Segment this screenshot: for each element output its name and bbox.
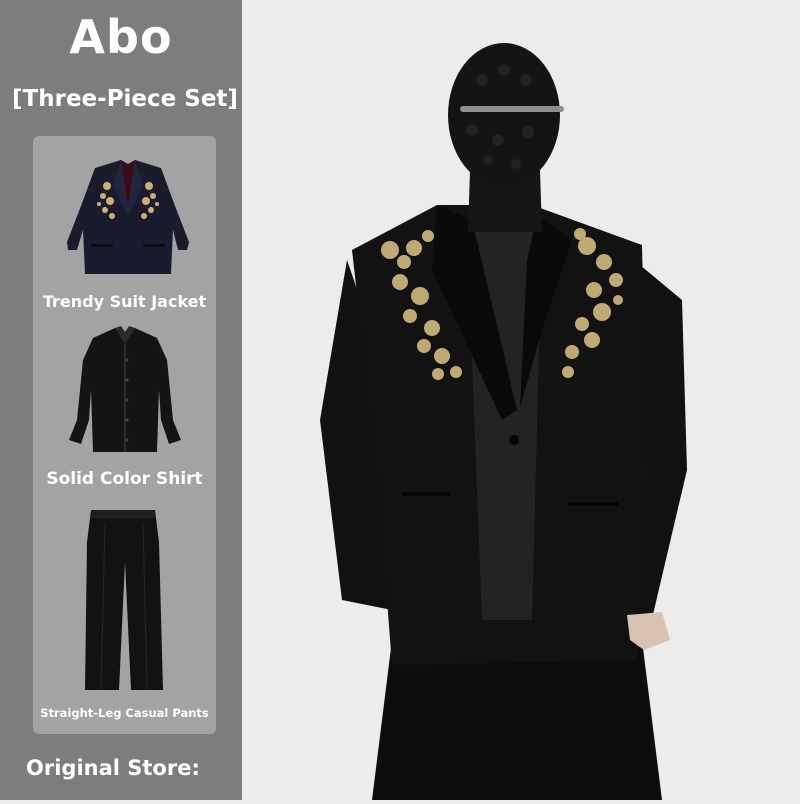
model-photo — [242, 0, 800, 800]
item-label-pants: Straight-Leg Casual Pants — [40, 706, 209, 720]
sidebar: Abo [Three-Piece Set] Trendy Suit Jacket — [0, 0, 242, 800]
item-label-shirt: Solid Color Shirt — [46, 469, 203, 489]
items-card: Trendy Suit Jacket Solid Color Shirt Str… — [33, 136, 216, 734]
pants-image — [33, 502, 216, 698]
suit-jacket-image — [33, 146, 216, 286]
set-subtitle: [Three-Piece Set] — [12, 86, 238, 112]
brand-title: Abo — [69, 10, 173, 64]
item-label-jacket: Trendy Suit Jacket — [42, 292, 207, 311]
store-label: Original Store: — [26, 756, 200, 780]
shirt-image — [33, 320, 216, 458]
